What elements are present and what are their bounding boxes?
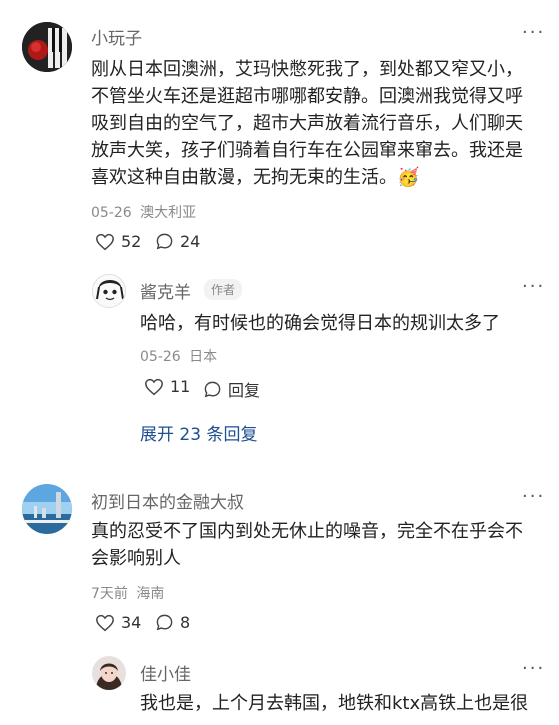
comment-text-line: 吸到自由的空气了，超市大声放着流行音乐，人们聊天 <box>91 113 523 134</box>
avatar[interactable] <box>92 656 126 690</box>
more-options-button[interactable]: ··· <box>522 22 545 43</box>
comment-3: 初到日本的金融大叔 ··· 真的忍受不了国内到处无休止的噪音，完全不在乎会不 会… <box>0 470 559 650</box>
comment-location: 日本 <box>189 349 218 365</box>
username[interactable]: 佳小佳 <box>140 660 191 685</box>
username[interactable]: 小玩子 <box>91 24 142 49</box>
avatar[interactable] <box>22 22 72 72</box>
like-button[interactable]: 52 <box>95 232 141 251</box>
like-count: 52 <box>121 232 142 251</box>
more-options-button[interactable]: ··· <box>522 276 545 297</box>
comment-meta: 05-26 日本 <box>140 346 217 366</box>
username[interactable]: 酱克羊 <box>140 278 191 303</box>
comment-bubble-icon <box>156 614 173 631</box>
comment-bubble-icon <box>204 381 221 397</box>
comment-bubble-icon <box>156 233 173 250</box>
comment-date: 05-26 <box>91 205 132 221</box>
like-count: 11 <box>170 377 191 396</box>
reply-button[interactable]: 8 <box>155 613 190 632</box>
comment-text-line: 喜欢这种自由散漫，无拘无束的生活。🥳 <box>91 167 420 188</box>
more-options-button[interactable]: ··· <box>522 658 545 679</box>
comment-date: 05-26 <box>140 349 181 365</box>
author-badge: 作者 <box>204 279 243 300</box>
comment-date: 7天前 <box>91 586 128 602</box>
reply-count: 8 <box>180 613 191 632</box>
comment-text-line: 刚从日本回澳洲，艾玛快憋死我了，到处都又窄又小， <box>91 59 523 80</box>
comment-2: 酱克羊 作者 ··· 哈哈，有时候也的确会觉得日本的规训太多了 05-26 日本… <box>0 260 559 460</box>
expand-replies-link[interactable]: 展开 23 条回复 <box>140 420 257 445</box>
reply-count: 24 <box>180 232 201 251</box>
comment-location: 海南 <box>136 586 165 602</box>
comment-1: 小玩子 ··· 刚从日本回澳洲，艾玛快憋死我了，到处都又窄又小， 不管坐火车还是… <box>0 0 559 260</box>
comment-text-line: 会影响别人 <box>91 548 181 569</box>
username[interactable]: 初到日本的金融大叔 <box>91 488 244 513</box>
comment-text-line: 真的忍受不了国内到处无休止的噪音，完全不在乎会不 <box>91 521 523 542</box>
heart-icon <box>96 614 114 631</box>
avatar[interactable] <box>22 484 72 534</box>
reply-button[interactable]: 24 <box>155 232 200 251</box>
comment-4: 佳小佳 ··· 我也是，上个月去韩国，地铁和ktx高铁上也是很 <box>0 650 559 725</box>
comment-text-line: 放声大笑，孩子们骑着自行车在公园窜来窜去。我还是 <box>91 140 523 161</box>
more-options-button[interactable]: ··· <box>522 486 545 507</box>
comment-text-line: 哈哈，有时候也的确会觉得日本的规训太多了 <box>140 313 500 334</box>
heart-icon <box>145 378 163 395</box>
reply-button[interactable]: 回复 <box>203 377 260 401</box>
comment-location: 澳大利亚 <box>140 205 197 221</box>
comment-meta: 7天前 海南 <box>91 583 164 603</box>
like-button[interactable]: 34 <box>95 613 141 632</box>
comment-text-line: 不管坐火车还是逛超市哪哪都安静。回澳洲我觉得又呼 <box>91 86 523 107</box>
heart-icon <box>96 233 114 250</box>
comment-text-line: 我也是，上个月去韩国，地铁和ktx高铁上也是很 <box>140 693 529 714</box>
reply-label: 回复 <box>228 381 261 400</box>
like-count: 34 <box>121 613 142 632</box>
avatar[interactable] <box>92 274 126 308</box>
like-button[interactable]: 11 <box>144 377 190 396</box>
comment-meta: 05-26 澳大利亚 <box>91 202 196 222</box>
